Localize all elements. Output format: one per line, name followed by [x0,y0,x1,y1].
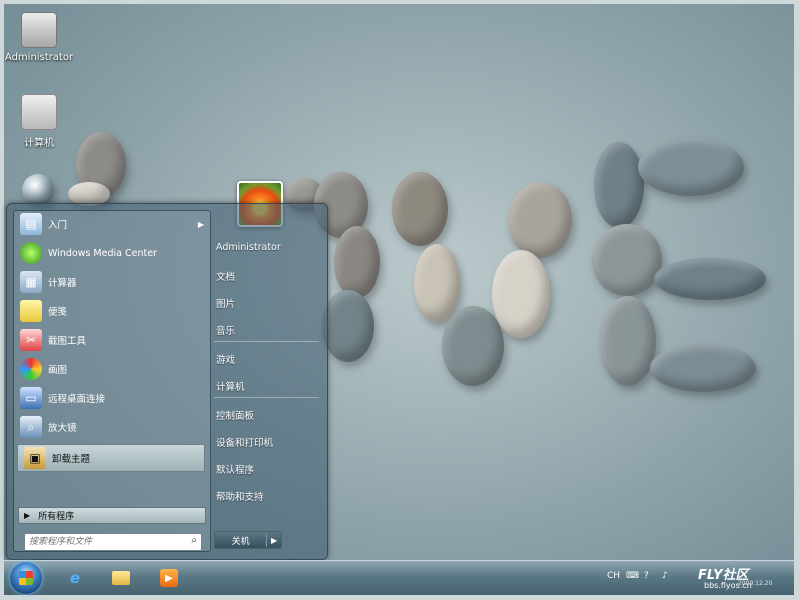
internet-explorer-icon: e [69,569,81,587]
watermark: FLY社区 bbs.flyos.cn 2009.12.20 [680,540,780,592]
program-label: 卸载主题 [52,454,91,465]
help-icon[interactable]: ? [644,571,649,581]
program-label: 画图 [48,365,68,376]
program-label: 入门 [48,220,68,231]
wallpaper-pebble [638,138,744,196]
wallpaper-pebble [600,296,656,386]
wallpaper-pebble [492,250,550,338]
paint-icon [20,358,42,380]
place-computer[interactable]: 计算机 [216,379,245,393]
program-label: 放大镜 [48,423,77,434]
start-menu-programs-pane: ▤ 入门 ▶ Windows Media Center ▦ 计算器 便笺 ✂ 截… [13,210,211,552]
program-label: 便笺 [48,307,68,318]
place-default-programs[interactable]: 默认程序 [216,462,254,476]
all-programs-arrow-icon: ▶ [24,511,31,520]
place-documents[interactable]: 文档 [216,269,235,283]
search-icon[interactable]: ⌕ [191,535,197,546]
wallpaper-pebble [508,182,572,258]
shutdown-button[interactable]: 关机 ▶ [214,531,282,549]
program-item-snipping-tool[interactable]: ✂ 截图工具 [14,327,210,353]
uninstall-theme-icon: ▣ [24,447,46,469]
wallpaper-pebble [594,142,644,228]
place-pictures[interactable]: 图片 [216,296,235,310]
computer-icon [21,94,57,130]
place-music[interactable]: 音乐 [216,323,235,337]
snipping-tool-icon: ✂ [20,329,42,351]
program-label: 远程桌面连接 [48,394,106,405]
wallpaper-pebble [322,290,374,362]
wallpaper-pebble [442,306,504,386]
desktop-icon-label: 计算机 [24,138,54,149]
search-input[interactable] [25,534,183,550]
wallpaper-pebble [650,344,756,392]
wallpaper-pebble [592,224,662,296]
media-center-icon [20,242,42,264]
taskbar-pin-internet-explorer[interactable]: e [58,565,92,591]
program-label: Windows Media Center [48,247,157,259]
taskbar-pin-explorer[interactable] [104,565,138,591]
wallpaper-pebble [414,244,460,322]
sticky-notes-icon [20,300,42,322]
search-box[interactable]: ⌕ [24,533,202,551]
start-menu-places-pane: Administrator 文档 图片 音乐 游戏 计算机 控制面板 设备和打印… [214,210,324,550]
keyboard-icon[interactable]: ⌨ [626,571,639,581]
place-help-support[interactable]: 帮助和支持 [216,489,264,503]
watermark-date: 2009.12.20 [738,580,773,587]
program-item-paint[interactable]: 画图 [14,356,210,382]
submenu-arrow-icon: ▶ [197,219,204,229]
media-player-icon: ▶ [160,569,178,587]
place-games[interactable]: 游戏 [216,352,235,366]
program-label: 计算器 [48,278,77,289]
explorer-folder-icon [112,571,130,585]
start-button[interactable] [10,562,42,594]
all-programs-button[interactable]: ▶ 所有程序 [18,507,206,524]
calculator-icon: ▦ [20,271,42,293]
taskbar-pin-media-player[interactable]: ▶ [152,565,186,591]
all-programs-label: 所有程序 [38,512,75,522]
program-item-getting-started[interactable]: ▤ 入门 ▶ [14,211,210,237]
wallpaper-pebble [22,174,54,206]
wallpaper-pebble [654,258,766,300]
program-item-remote-desktop[interactable]: ▭ 远程桌面连接 [14,385,210,411]
place-devices-printers[interactable]: 设备和打印机 [216,435,273,449]
wallpaper-pebble [392,172,448,246]
program-item-calculator[interactable]: ▦ 计算器 [14,269,210,295]
place-administrator[interactable]: Administrator [216,242,281,253]
program-item-sticky-notes[interactable]: 便笺 [14,298,210,324]
taskbar: e ▶ CH ⌨ ? ♪ [4,560,794,595]
wallpaper-pebble [334,226,380,298]
shutdown-options-arrow-icon[interactable]: ▶ [267,536,281,545]
language-indicator[interactable]: CH [607,571,620,581]
menu-separator [214,397,319,398]
shutdown-label: 关机 [215,533,268,547]
program-item-magnifier[interactable]: ⌕ 放大镜 [14,414,210,440]
desktop-icon-computer[interactable]: 计算机 [4,94,74,149]
place-control-panel[interactable]: 控制面板 [216,408,254,422]
program-item-uninstall-theme[interactable]: ▣ 卸载主题 [17,444,205,472]
getting-started-icon: ▤ [20,213,42,235]
remote-desktop-icon: ▭ [20,387,42,409]
start-menu: ▤ 入门 ▶ Windows Media Center ▦ 计算器 便笺 ✂ 截… [6,203,328,560]
magnifier-icon: ⌕ [20,416,42,438]
volume-icon[interactable]: ♪ [662,571,668,581]
program-item-media-center[interactable]: Windows Media Center [14,240,210,266]
program-label: 截图工具 [48,336,87,347]
menu-separator [214,341,319,342]
desktop-icon-label: Administrator [4,52,74,63]
desktop-icon-administrator[interactable]: Administrator [4,12,74,63]
user-folder-icon [21,12,57,48]
